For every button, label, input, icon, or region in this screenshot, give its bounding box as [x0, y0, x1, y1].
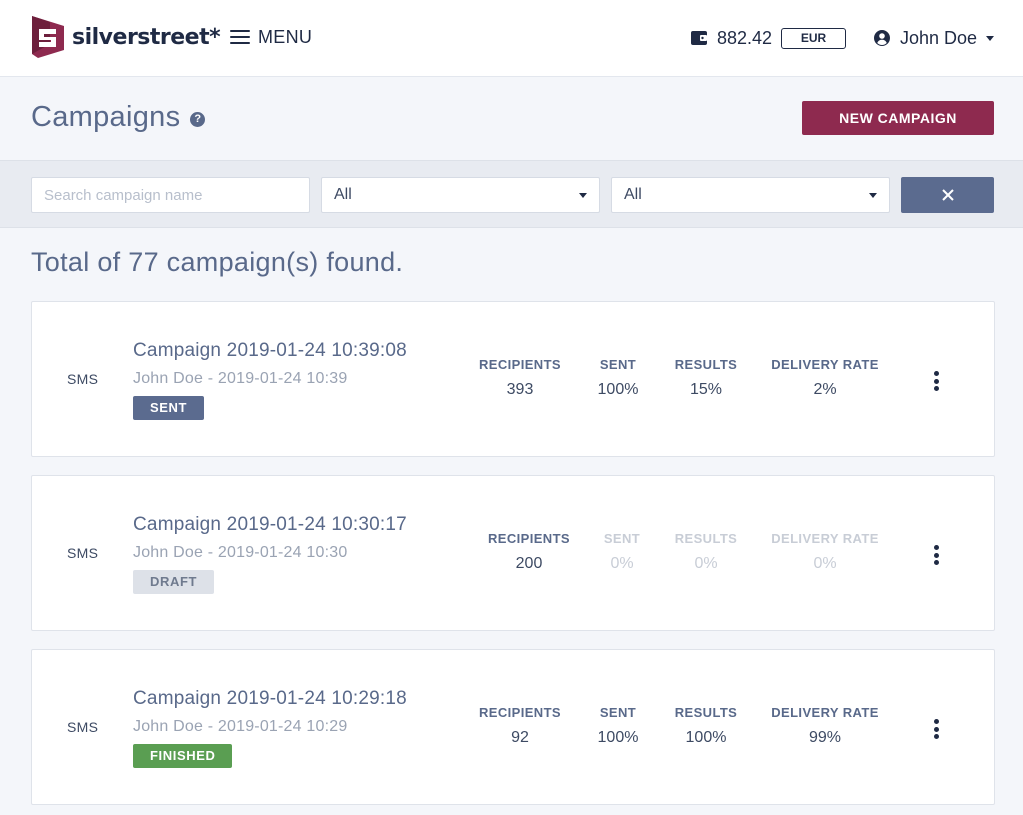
user-name: John Doe: [900, 27, 978, 48]
stat-recipients: RECIPIENTS 200: [487, 531, 571, 573]
close-icon: [941, 189, 954, 201]
campaign-meta: John Doe - 2019-01-24 10:39: [133, 370, 348, 387]
brand-name: silverstreet*: [72, 24, 221, 50]
campaign-title[interactable]: Campaign 2019-01-24 10:39:08: [133, 340, 407, 362]
campaign-meta: John Doe - 2019-01-24 10:30: [133, 544, 348, 561]
more-options-icon[interactable]: [927, 368, 945, 394]
stat-value: 15%: [689, 381, 723, 398]
campaign-type: SMS: [67, 371, 99, 387]
page-title-text: Campaigns: [31, 101, 181, 133]
stat-label: RECIPIENTS: [478, 357, 561, 372]
stat-label: RECIPIENTS: [478, 705, 561, 720]
campaign-card[interactable]: SMS Campaign 2019-01-24 10:39:08 John Do…: [31, 301, 995, 457]
stat-label: RECIPIENTS: [487, 531, 570, 546]
stat-label: RESULTS: [674, 531, 738, 546]
filter-select-status-value: All: [624, 186, 642, 203]
campaign-meta: John Doe - 2019-01-24 10:29: [133, 718, 348, 735]
page-title: Campaigns ?: [31, 101, 206, 134]
stat-label: DELIVERY RATE: [771, 531, 879, 546]
status-badge: FINISHED: [133, 744, 233, 768]
more-options-icon[interactable]: [927, 542, 945, 568]
stat-delivery-rate: DELIVERY RATE 99%: [770, 705, 880, 747]
stat-label: DELIVERY RATE: [771, 357, 879, 372]
campaign-type: SMS: [67, 545, 99, 561]
stat-results: RESULTS 0%: [671, 531, 741, 573]
stat-value: 100%: [597, 729, 639, 746]
stat-value: 100%: [597, 381, 639, 398]
filter-select-type[interactable]: All: [321, 177, 600, 213]
user-menu[interactable]: John Doe: [874, 27, 995, 49]
currency-badge: EUR: [781, 27, 847, 49]
filter-bar: All All: [0, 160, 1023, 228]
stat-sent: SENT 100%: [588, 357, 648, 399]
campaign-title[interactable]: Campaign 2019-01-24 10:30:17: [133, 514, 407, 536]
help-icon[interactable]: ?: [190, 112, 206, 127]
filter-select-type-value: All: [334, 186, 352, 203]
stat-recipients: RECIPIENTS 92: [478, 705, 562, 747]
logo-mark-icon: [32, 16, 64, 58]
stat-value: 99%: [808, 729, 842, 746]
clear-filters-button[interactable]: [901, 177, 994, 213]
brand-logo[interactable]: silverstreet*: [30, 14, 221, 60]
filter-select-status[interactable]: All: [611, 177, 890, 213]
stat-label: SENT: [599, 705, 637, 720]
stat-sent: SENT 0%: [592, 531, 652, 573]
stat-results: RESULTS 15%: [671, 357, 741, 399]
campaign-card[interactable]: SMS Campaign 2019-01-24 10:30:17 John Do…: [31, 475, 995, 631]
status-badge: DRAFT: [133, 570, 215, 594]
campaign-type: SMS: [67, 719, 99, 735]
menu-label: MENU: [258, 26, 313, 47]
status-badge: SENT: [133, 396, 205, 420]
hamburger-icon: [230, 30, 250, 44]
stat-label: SENT: [603, 531, 641, 546]
caret-down-icon: [986, 35, 995, 41]
stat-recipients: RECIPIENTS 393: [478, 357, 562, 399]
stat-value: 393: [506, 381, 534, 398]
stat-label: DELIVERY RATE: [771, 705, 879, 720]
stat-value: 0%: [813, 555, 837, 572]
search-input[interactable]: [31, 177, 310, 213]
results-count: Total of 77 campaign(s) found.: [31, 247, 404, 277]
stat-label: SENT: [599, 357, 637, 372]
account-balance: 882.42 EUR: [691, 27, 847, 49]
more-options-icon[interactable]: [927, 716, 945, 742]
new-campaign-button[interactable]: NEW CAMPAIGN: [802, 101, 994, 135]
top-bar: silverstreet* MENU 882.42 EUR John Doe: [0, 0, 1023, 77]
stat-value: 100%: [685, 729, 727, 746]
user-circle-icon: [874, 30, 890, 46]
stat-value: 0%: [610, 555, 634, 572]
stat-value: 92: [511, 729, 529, 746]
campaign-title[interactable]: Campaign 2019-01-24 10:29:18: [133, 688, 407, 710]
menu-button[interactable]: MENU: [230, 24, 312, 50]
stat-results: RESULTS 100%: [671, 705, 741, 747]
caret-down-icon: [869, 192, 877, 198]
stat-delivery-rate: DELIVERY RATE 2%: [770, 357, 880, 399]
campaign-card[interactable]: SMS Campaign 2019-01-24 10:29:18 John Do…: [31, 649, 995, 805]
stat-value: 0%: [694, 555, 718, 572]
stat-value: 2%: [813, 381, 837, 398]
balance-amount: 882.42: [717, 27, 773, 48]
stat-sent: SENT 100%: [588, 705, 648, 747]
stat-value: 200: [515, 555, 543, 572]
caret-down-icon: [579, 192, 587, 198]
stat-label: RESULTS: [674, 705, 738, 720]
stat-delivery-rate: DELIVERY RATE 0%: [770, 531, 880, 573]
wallet-icon: [691, 31, 707, 45]
stat-label: RESULTS: [674, 357, 738, 372]
